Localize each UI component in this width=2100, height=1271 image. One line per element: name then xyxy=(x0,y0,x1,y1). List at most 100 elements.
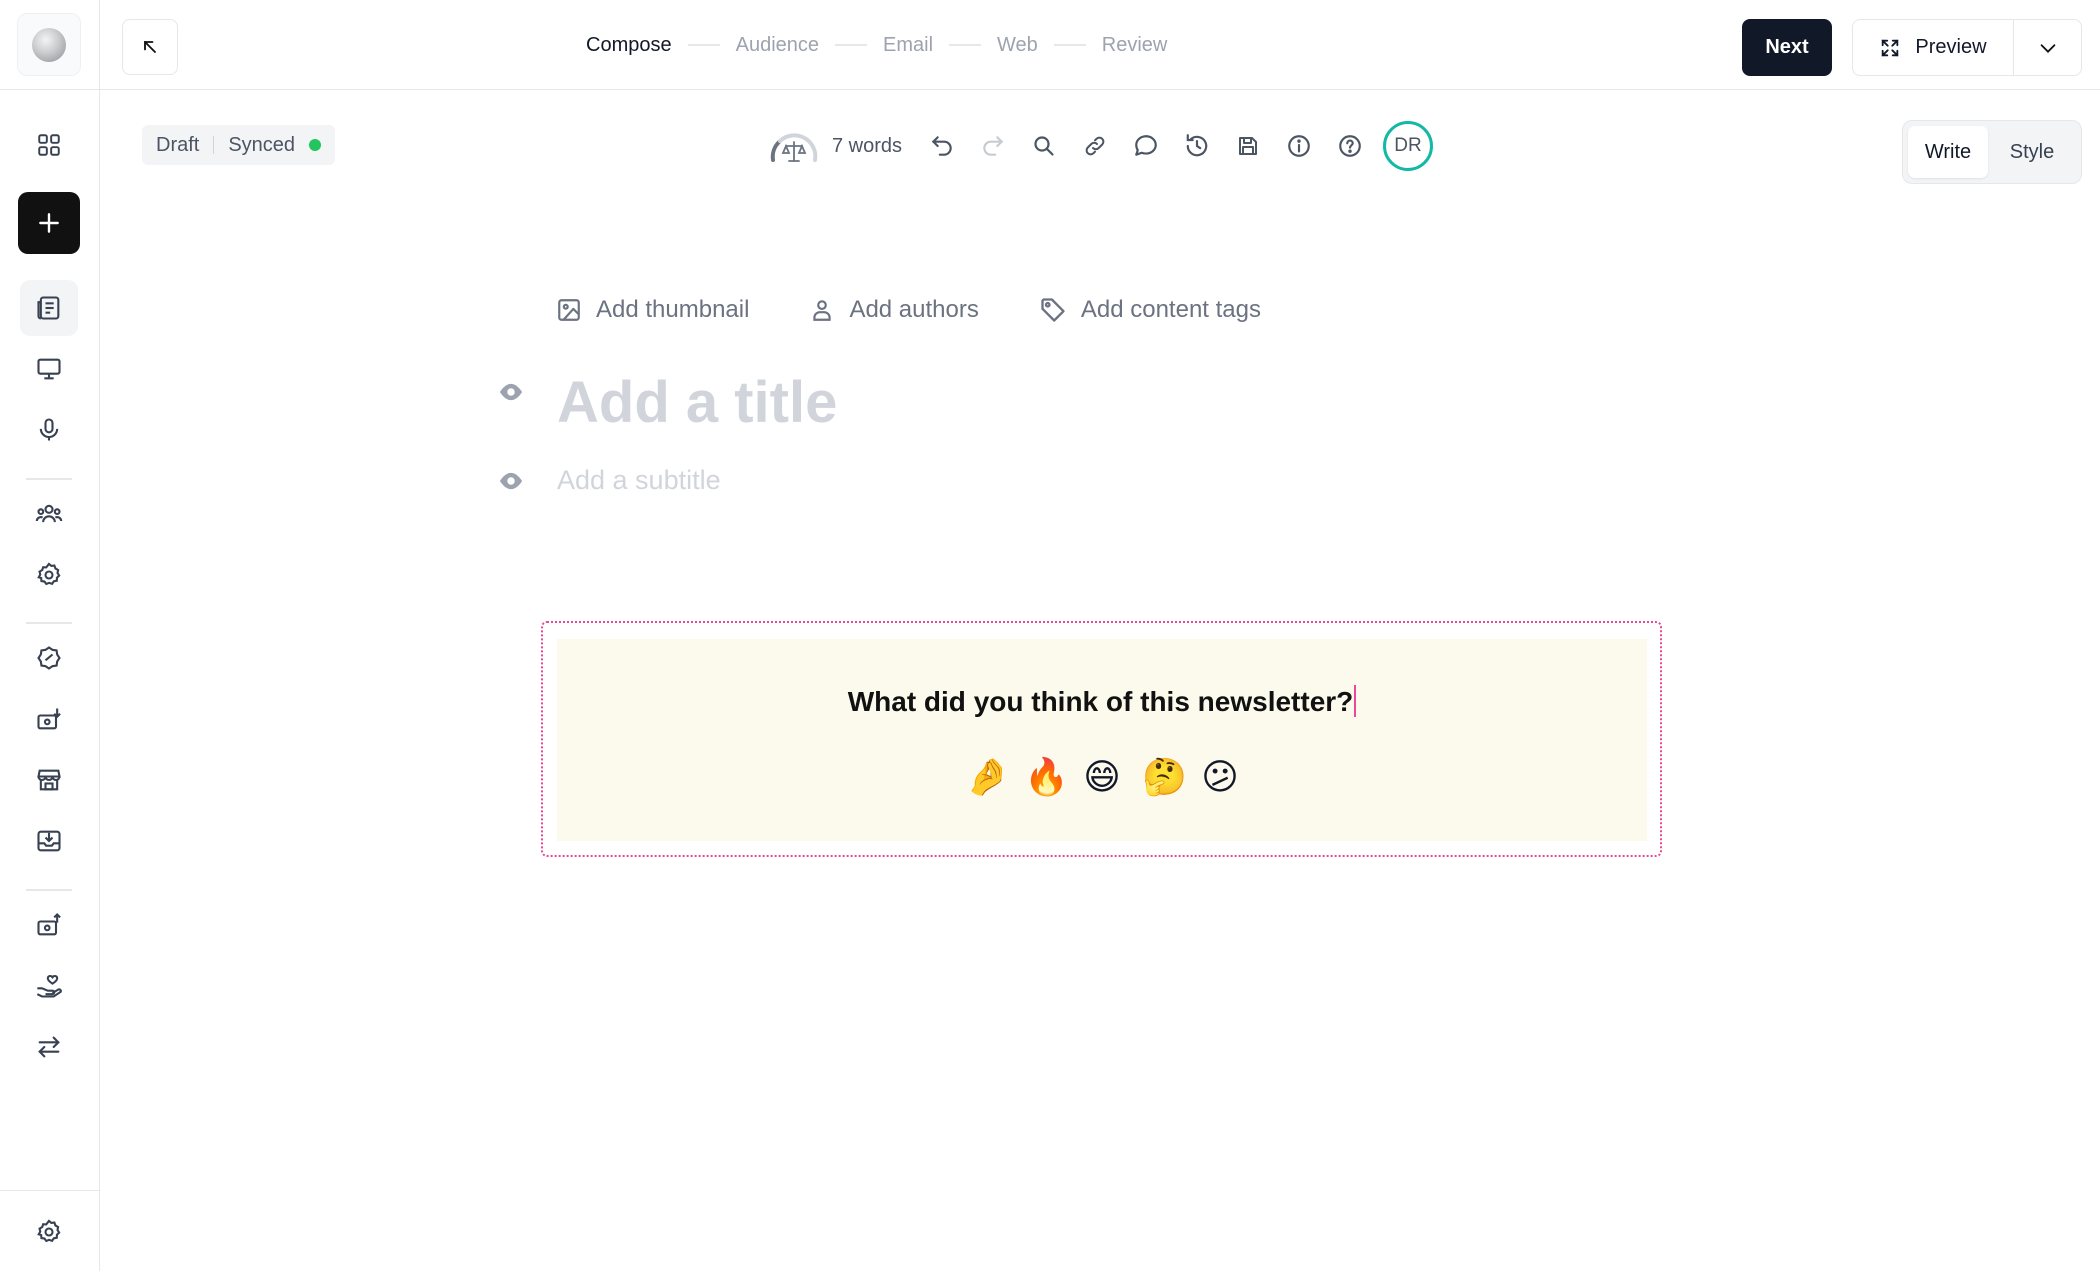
synced-indicator-dot xyxy=(309,139,322,151)
text-cursor xyxy=(1354,685,1357,717)
link-button[interactable] xyxy=(1069,126,1120,166)
find-button[interactable] xyxy=(1018,126,1069,166)
top-bar: Compose Audience Email Web Review Next P… xyxy=(100,0,2100,90)
plus-icon xyxy=(39,213,59,233)
sidebar-divider xyxy=(26,478,72,480)
payouts-icon xyxy=(37,913,61,936)
image-icon xyxy=(558,299,580,321)
sidebar-item-growth[interactable] xyxy=(20,630,78,686)
synced-label: Synced xyxy=(228,133,296,156)
step-compose[interactable]: Compose xyxy=(586,34,672,57)
undo-button[interactable] xyxy=(916,126,967,166)
donations-icon xyxy=(36,974,62,998)
sidebar-item-settings[interactable] xyxy=(20,1204,78,1260)
step-connector xyxy=(1053,44,1086,46)
step-audience[interactable]: Audience xyxy=(736,34,819,57)
word-count: 7 words xyxy=(832,134,903,157)
sidebar-item-store[interactable] xyxy=(20,752,78,808)
poll-option-grinning[interactable]: 😄 xyxy=(1083,756,1121,800)
readability-gauge[interactable] xyxy=(766,126,822,166)
monetize-icon xyxy=(37,708,61,730)
step-email[interactable]: Email xyxy=(883,34,933,57)
title-input[interactable]: Add a title xyxy=(557,368,837,438)
sidebar-item-audience[interactable] xyxy=(20,486,78,542)
sidebar-new-post-button[interactable] xyxy=(18,192,80,254)
poll-option-pinched-fingers[interactable]: 🤌 xyxy=(965,756,1010,800)
chevron-down-icon xyxy=(2040,43,2055,53)
step-web[interactable]: Web xyxy=(997,34,1038,57)
sidebar-item-inbox[interactable] xyxy=(20,813,78,869)
preview-options-dropdown[interactable] xyxy=(2014,20,2081,75)
style-mode-button[interactable]: Style xyxy=(1988,126,2076,178)
sidebar-item-payouts[interactable] xyxy=(20,897,78,953)
redo-button[interactable] xyxy=(967,126,1018,166)
comments-button[interactable] xyxy=(1120,126,1171,166)
add-content-tags-button[interactable]: Add content tags xyxy=(1039,296,1261,324)
add-thumbnail-button[interactable]: Add thumbnail xyxy=(556,296,749,324)
sidebar-item-dashboard[interactable] xyxy=(20,117,78,173)
dashboard-icon xyxy=(38,134,60,156)
help-icon xyxy=(1338,135,1361,157)
poll-option-fire[interactable]: 🔥 xyxy=(1024,756,1069,800)
preview-button[interactable]: Preview xyxy=(1853,20,2014,75)
collaborator-avatar[interactable]: DR xyxy=(1383,121,1434,171)
sidebar-item-automation[interactable] xyxy=(20,547,78,603)
poll-question[interactable]: What did you think of this newsletter? xyxy=(848,686,1354,717)
next-button[interactable]: Next xyxy=(1742,19,1832,76)
expand-icon xyxy=(1882,39,1899,56)
sidebar-item-posts[interactable] xyxy=(20,280,78,336)
search-icon xyxy=(1033,136,1054,156)
sidebar-footer-divider xyxy=(0,1190,100,1191)
podcast-icon xyxy=(39,418,59,441)
sidebar-item-monetize[interactable] xyxy=(20,691,78,747)
save-icon xyxy=(1238,137,1257,155)
title-visibility-toggle[interactable] xyxy=(497,378,525,406)
poll-block[interactable]: What did you think of this newsletter? 🤌… xyxy=(541,621,1662,857)
add-authors-label: Add authors xyxy=(849,296,979,323)
poll-card: What did you think of this newsletter? 🤌… xyxy=(557,639,1647,841)
add-authors-button[interactable]: Add authors xyxy=(809,296,979,324)
info-icon xyxy=(1287,135,1310,157)
sidebar-item-website[interactable] xyxy=(20,341,78,397)
back-button[interactable] xyxy=(122,19,178,75)
save-button[interactable] xyxy=(1222,126,1273,166)
sidebar-item-donations[interactable] xyxy=(20,958,78,1014)
logo-area xyxy=(0,0,100,90)
preview-label: Preview xyxy=(1915,36,1987,58)
sidebar-divider xyxy=(26,889,72,891)
posts-icon xyxy=(37,296,60,320)
sidebar-item-integrations[interactable] xyxy=(20,1019,78,1075)
audience-icon xyxy=(35,504,63,523)
poll-option-thinking[interactable]: 🤔 xyxy=(1142,756,1187,800)
step-review[interactable]: Review xyxy=(1102,34,1168,57)
history-icon xyxy=(1186,134,1207,157)
version-history-button[interactable] xyxy=(1171,126,1222,166)
step-connector xyxy=(687,44,720,46)
step-connector xyxy=(949,44,982,46)
eye-icon xyxy=(499,383,523,401)
add-content-tags-label: Add content tags xyxy=(1080,296,1261,323)
preview-button-group: Preview xyxy=(1852,19,2082,76)
undo-icon xyxy=(931,136,952,156)
link-icon xyxy=(1085,136,1104,156)
subtitle-input[interactable]: Add a subtitle xyxy=(557,462,721,498)
settings-gear-icon xyxy=(37,562,61,586)
workspace-logo[interactable] xyxy=(17,13,81,76)
write-mode-button[interactable]: Write xyxy=(1908,126,1988,178)
sidebar-item-podcast[interactable] xyxy=(20,402,78,458)
poll-option-confused[interactable]: 😕 xyxy=(1201,756,1239,800)
sidebar xyxy=(0,0,100,1271)
post-meta-actions: Add thumbnail Add authors Add content ta… xyxy=(556,290,1321,330)
tag-icon xyxy=(1041,298,1065,322)
post-info-button[interactable] xyxy=(1273,126,1324,166)
settings-icon xyxy=(37,1219,61,1243)
sidebar-divider xyxy=(26,622,72,624)
eye-icon xyxy=(499,472,523,490)
subtitle-visibility-toggle[interactable] xyxy=(497,467,525,495)
integrations-icon xyxy=(38,1036,60,1058)
help-button[interactable] xyxy=(1324,126,1375,166)
draft-status-badge: Draft Synced xyxy=(142,125,336,165)
inbox-icon xyxy=(37,830,61,852)
draft-label: Draft xyxy=(156,133,200,156)
status-separator xyxy=(213,136,215,154)
